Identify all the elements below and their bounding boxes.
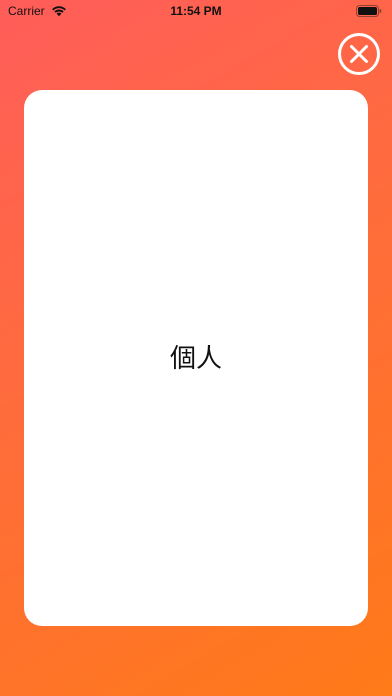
battery-icon xyxy=(356,4,382,18)
close-button[interactable] xyxy=(337,32,381,76)
flashcard[interactable]: 個人 xyxy=(24,90,368,626)
flashcard-word: 個人 xyxy=(169,343,222,374)
status-time: 11:54 PM xyxy=(170,4,222,18)
status-bar: Carrier 11:54 PM xyxy=(0,0,392,22)
close-icon xyxy=(337,32,381,76)
